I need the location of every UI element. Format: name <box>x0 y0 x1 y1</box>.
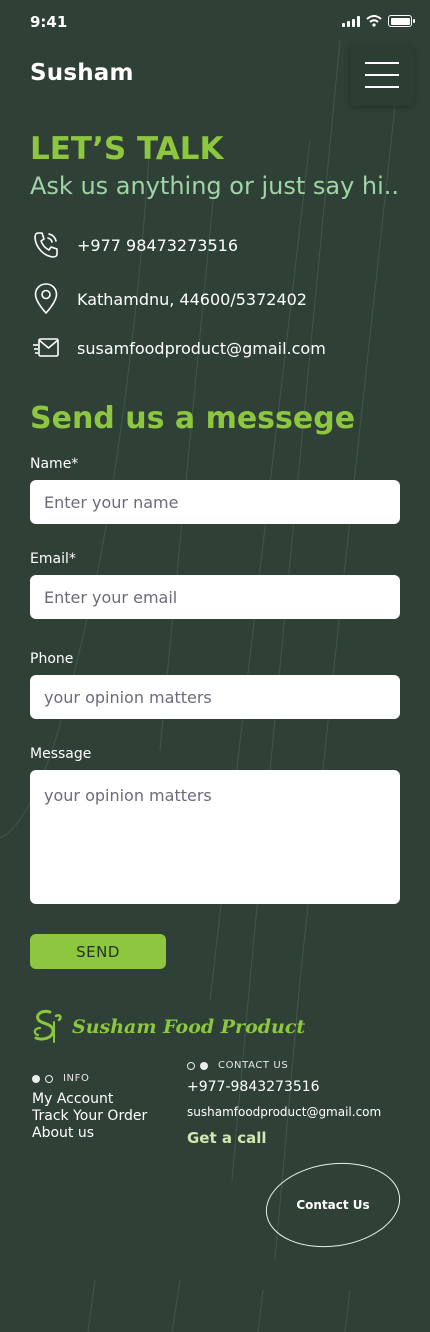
footer-info-links: My Account Track Your Order About us <box>32 1091 147 1142</box>
footer-phone[interactable]: +977-9843273516 <box>187 1079 320 1095</box>
form-title: Send us a messege <box>30 401 356 436</box>
hamburger-menu-icon[interactable] <box>350 44 414 106</box>
battery-icon <box>388 15 415 27</box>
message-label: Message <box>30 746 92 762</box>
mail-icon <box>30 331 62 365</box>
phone-input[interactable] <box>30 675 400 719</box>
location-pin-icon <box>30 282 62 316</box>
my-account-link[interactable]: My Account <box>32 1091 147 1108</box>
status-icons <box>342 15 415 27</box>
contact-email-row[interactable]: susamfoodproduct@gmail.com <box>30 331 326 365</box>
status-bar: 9:41 <box>0 0 430 46</box>
dots-icon <box>187 1061 208 1070</box>
footer-logo-text: Susham Food Product <box>72 1016 306 1038</box>
wifi-icon <box>366 15 382 27</box>
name-label: Name* <box>30 456 79 472</box>
contact-us-button[interactable]: Contact Us <box>264 1162 402 1248</box>
name-input[interactable] <box>30 480 400 524</box>
contact-us-label: Contact Us <box>296 1198 370 1212</box>
footer-email[interactable]: sushamfoodproduct@gmail.com <box>187 1105 381 1119</box>
footer-info-heading: INFO <box>32 1073 89 1084</box>
contact-phone-row[interactable]: +977 98473273516 <box>30 228 238 262</box>
page-subtitle: Ask us anything or just say hi.. <box>30 172 400 200</box>
email-label: Email* <box>30 551 76 567</box>
cellular-signal-icon <box>342 15 360 27</box>
email-input[interactable] <box>30 575 400 619</box>
susham-logo-icon <box>33 1010 62 1043</box>
track-order-link[interactable]: Track Your Order <box>32 1108 147 1125</box>
footer-logo[interactable]: Susham Food Product <box>30 1008 305 1046</box>
contact-address-text: Kathamdnu, 44600/5372402 <box>77 289 307 309</box>
phone-icon <box>30 228 62 262</box>
get-a-call-link[interactable]: Get a call <box>187 1129 267 1147</box>
phone-label: Phone <box>30 651 74 667</box>
contact-email-text: susamfoodproduct@gmail.com <box>77 338 326 358</box>
footer-contact-heading: CONTACT US <box>187 1060 288 1071</box>
about-us-link[interactable]: About us <box>32 1125 147 1142</box>
contact-phone-text: +977 98473273516 <box>77 235 239 255</box>
page-title: LET’S TALK <box>30 131 224 167</box>
info-heading-label: INFO <box>63 1073 90 1084</box>
brand-name[interactable]: Susham <box>30 60 134 86</box>
dots-icon <box>32 1074 53 1083</box>
contact-heading-label: CONTACT US <box>218 1060 289 1071</box>
send-button[interactable]: SEND <box>30 934 166 969</box>
message-textarea[interactable] <box>30 770 400 904</box>
status-time: 9:41 <box>30 13 68 31</box>
contact-address-row: Kathamdnu, 44600/5372402 <box>30 282 307 316</box>
